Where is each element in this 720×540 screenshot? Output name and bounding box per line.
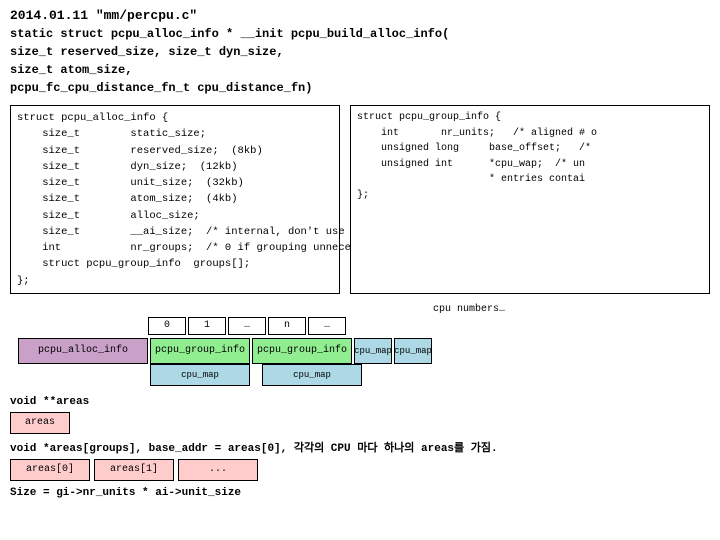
function-signature: static struct pcpu_alloc_info * __init p… <box>10 25 710 97</box>
cpu-num-n: n <box>268 317 306 335</box>
alloc-info-box: pcpu_alloc_info <box>18 338 148 364</box>
areas-description: void *areas[groups], base_addr = areas[0… <box>10 439 710 455</box>
void-areas-label: void **areas <box>10 396 710 408</box>
code-box-right: struct pcpu_group_info { int nr_units; /… <box>350 105 710 294</box>
cpu-map-box-1: cpu_map <box>354 338 392 364</box>
cpu-num-0: 0 <box>148 317 186 335</box>
size-line: Size = gi->nr_units * ai->unit_size <box>10 487 710 499</box>
areas-box: areas <box>10 412 70 434</box>
areas-0-box: areas[0] <box>10 459 90 481</box>
group-info-1-box: pcpu_group_info <box>150 338 250 364</box>
cpu-numbers-label: cpu numbers… <box>433 304 505 315</box>
areas-1-box: areas[1] <box>94 459 174 481</box>
title-line: 2014.01.11 "mm/percpu.c" <box>10 8 710 23</box>
cpu-map-box-4: cpu_map <box>262 364 362 386</box>
cpu-map-box-2: cpu_map <box>394 338 432 364</box>
cpu-num-dots2: … <box>308 317 346 335</box>
cpu-num-1: 1 <box>188 317 226 335</box>
cpu-map-box-3: cpu_map <box>150 364 250 386</box>
areas-dots-box: ... <box>178 459 258 481</box>
code-box-left: struct pcpu_alloc_info { size_t static_s… <box>10 105 340 294</box>
cpu-num-dots: … <box>228 317 266 335</box>
group-info-2-box: pcpu_group_info <box>252 338 352 364</box>
